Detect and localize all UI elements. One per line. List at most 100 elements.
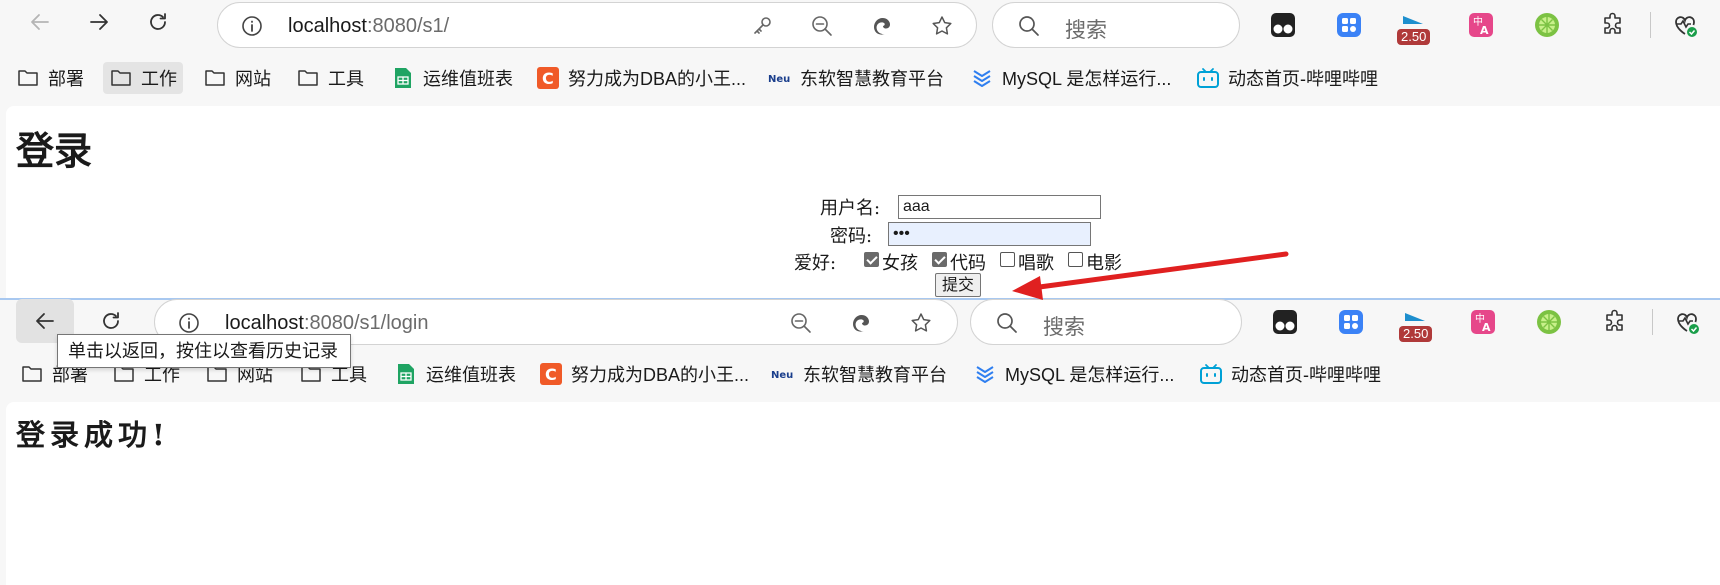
hobby-label: 爱好: <box>794 253 837 274</box>
site-info-icon[interactable] <box>177 311 201 335</box>
puzzle-extensions-icon[interactable] <box>1600 307 1630 337</box>
speed-badge: 2.50 <box>1397 29 1431 45</box>
bookmark-label: 东软智慧教育平台 <box>800 69 944 89</box>
bookmark-ops-schedule[interactable]: 运维值班表 <box>388 358 522 390</box>
hobby-option-label: 唱歌 <box>1018 253 1054 274</box>
bookmark-mysql[interactable]: MySQL 是怎样运行... <box>967 358 1180 390</box>
health-ext-icon[interactable] <box>1670 10 1700 40</box>
translate-ext-icon[interactable]: 中A <box>1468 307 1498 337</box>
star-icon[interactable] <box>930 14 954 38</box>
bookmark-dba-blog[interactable]: C 努力成为DBA的小王... <box>530 62 752 94</box>
browser-toolbar: localhost:8080/s1/ 搜索 2.50 中A <box>0 0 1720 50</box>
edge-icon[interactable] <box>849 311 873 335</box>
search-placeholder: 搜索 <box>1065 19 1107 42</box>
toolbar-separator <box>1652 309 1653 335</box>
lime-ext-icon[interactable] <box>1534 307 1564 337</box>
submit-button[interactable]: 提交 <box>935 273 982 297</box>
bookmark-label: MySQL 是怎样运行... <box>1005 365 1175 385</box>
c-logo-icon: C <box>539 362 563 386</box>
bookmark-mysql[interactable]: MySQL 是怎样运行... <box>964 62 1177 94</box>
folder-icon <box>20 362 44 386</box>
tampermonkey-ext-icon[interactable] <box>1268 10 1298 40</box>
reload-icon <box>103 312 119 329</box>
app-grid-ext-icon[interactable] <box>1334 10 1364 40</box>
search-placeholder: 搜索 <box>1043 316 1085 339</box>
hobby-checkbox-singing[interactable] <box>1000 252 1015 267</box>
translate-ext-icon[interactable]: 中A <box>1466 10 1496 40</box>
sheets-icon <box>391 66 415 90</box>
chevron-stack-icon <box>973 362 997 386</box>
edge-icon[interactable] <box>870 14 894 38</box>
toolbar-separator <box>1650 12 1651 38</box>
key-icon[interactable] <box>750 14 774 38</box>
bookmark-label: 动态首页-哔哩哔哩 <box>1231 365 1381 385</box>
neu-logo-icon: Neu <box>768 66 792 90</box>
username-input[interactable]: aaa <box>898 195 1101 219</box>
arrow-left-icon <box>36 313 54 329</box>
bookmark-label: 运维值班表 <box>426 365 516 385</box>
bookmark-folder-tools[interactable]: 工具 <box>290 62 370 94</box>
folder-icon <box>109 66 133 90</box>
bookmark-label: 动态首页-哔哩哔哩 <box>1228 69 1378 89</box>
folder-icon <box>16 66 40 90</box>
success-page-content: 登录成功! <box>6 402 1720 585</box>
app-grid-ext-icon[interactable] <box>1336 307 1366 337</box>
login-page-content: 登录 用户名: aaa 密码: ••• 爱好: 女孩 代码 唱歌 电影 提交 <box>6 106 1720 298</box>
bookmarks-bar: 部署 工作 网站 工具 运维值班表 C 努力成为DBA的小王... Neu 东软… <box>0 56 1720 100</box>
bookmark-label: 运维值班表 <box>423 69 513 89</box>
svg-text:C: C <box>542 69 554 88</box>
zoom-out-icon[interactable] <box>810 14 834 38</box>
hobby-checkbox-movies[interactable] <box>1068 252 1083 267</box>
hobby-checkbox-code[interactable] <box>932 252 947 267</box>
bookmark-neusoft-edu[interactable]: Neu 东软智慧教育平台 <box>762 62 950 94</box>
svg-text:Neu: Neu <box>768 74 790 85</box>
c-logo-icon: C <box>536 66 560 90</box>
forward-button[interactable] <box>79 2 119 42</box>
bilibili-icon <box>1199 362 1223 386</box>
bookmark-folder-deploy[interactable]: 部署 <box>10 62 90 94</box>
svg-text:A: A <box>1480 24 1489 37</box>
bookmark-neusoft-edu[interactable]: Neu 东软智慧教育平台 <box>765 358 953 390</box>
bookmark-label: 工作 <box>141 69 177 89</box>
search-icon <box>997 313 1017 333</box>
search-box[interactable]: 搜索 <box>992 2 1240 48</box>
hobby-option-label: 电影 <box>1086 253 1122 274</box>
bookmark-ops-schedule[interactable]: 运维值班表 <box>385 62 519 94</box>
bookmark-label: 努力成为DBA的小王... <box>568 69 747 89</box>
reload-icon <box>150 13 166 30</box>
bookmark-bilibili[interactable]: 动态首页-哔哩哔哩 <box>1190 62 1384 94</box>
folder-icon <box>203 66 227 90</box>
password-input[interactable]: ••• <box>888 222 1091 246</box>
search-box[interactable]: 搜索 <box>970 299 1242 345</box>
tampermonkey-ext-icon[interactable] <box>1270 307 1300 337</box>
bookmark-bilibili[interactable]: 动态首页-哔哩哔哩 <box>1193 358 1387 390</box>
arrow-left-icon <box>31 14 49 30</box>
bookmark-label: 努力成为DBA的小王... <box>571 365 750 385</box>
hobby-checkbox-girls[interactable] <box>864 252 879 267</box>
hobby-option-label: 代码 <box>950 253 986 274</box>
speed-badge: 2.50 <box>1399 326 1433 342</box>
url-text: localhost:8080/s1/ <box>288 15 450 37</box>
site-info-icon[interactable] <box>240 14 264 38</box>
folder-icon <box>296 66 320 90</box>
svg-text:C: C <box>545 365 557 384</box>
bookmark-dba-blog[interactable]: C 努力成为DBA的小王... <box>533 358 755 390</box>
back-button[interactable] <box>20 2 60 42</box>
puzzle-extensions-icon[interactable] <box>1598 10 1628 40</box>
reload-button[interactable] <box>138 2 178 42</box>
health-ext-icon[interactable] <box>1672 307 1702 337</box>
bookmark-label: 东软智慧教育平台 <box>803 365 947 385</box>
bookmark-folder-work[interactable]: 工作 <box>103 62 183 94</box>
bookmark-label: 网站 <box>235 69 271 89</box>
bookmark-folder-sites[interactable]: 网站 <box>197 62 277 94</box>
search-icon <box>1019 16 1039 36</box>
neu-logo-icon: Neu <box>771 362 795 386</box>
bilibili-icon <box>1196 66 1220 90</box>
page-title: 登录 <box>16 128 93 173</box>
star-icon[interactable] <box>909 311 933 335</box>
address-bar[interactable]: localhost:8080/s1/ <box>217 2 977 48</box>
arrow-right-icon <box>90 14 108 30</box>
username-label: 用户名: <box>820 198 881 219</box>
zoom-out-icon[interactable] <box>789 311 813 335</box>
lime-ext-icon[interactable] <box>1532 10 1562 40</box>
